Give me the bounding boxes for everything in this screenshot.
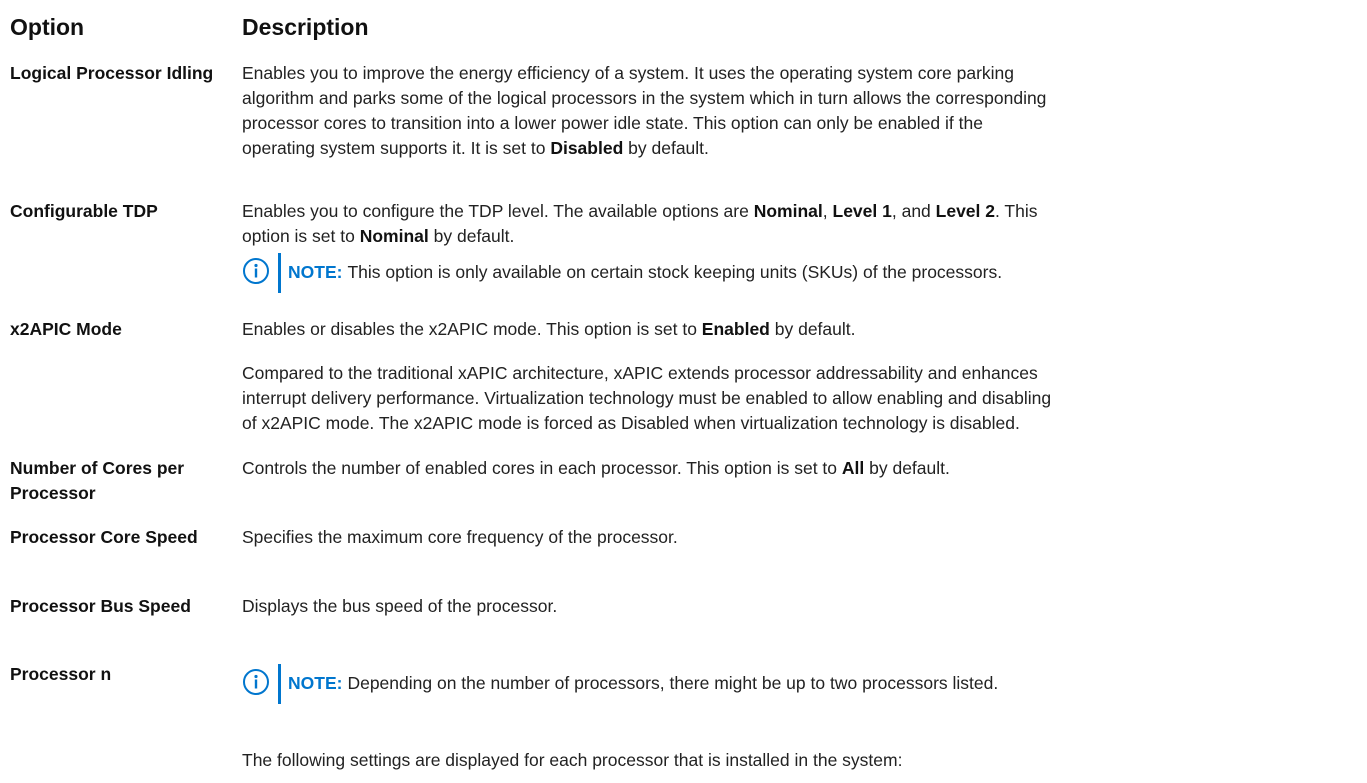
description-line: Controls the number of enabled cores in … <box>242 458 950 478</box>
description-line: Enables you to configure the TDP level. … <box>242 201 1038 221</box>
info-circle-icon <box>243 669 269 695</box>
info-circle-icon <box>243 258 269 284</box>
document-page: Option Description Logical Processor Idl… <box>0 0 1367 783</box>
option-processor-core-speed: Processor Core Speed <box>10 527 198 547</box>
description-configurable-tdp: Enables you to configure the TDP level. … <box>242 199 1357 249</box>
description-line: processor cores to transition into a low… <box>242 113 983 133</box>
option-number-of-cores: Number of Cores per Processor <box>10 458 185 503</box>
column-header-description: Description <box>242 14 369 40</box>
note-divider <box>278 664 281 704</box>
column-header-option: Option <box>10 14 85 40</box>
description-x2apic-mode: Enables or disables the x2APIC mode. Thi… <box>242 317 1357 436</box>
note-text: NOTE: Depending on the number of processo… <box>288 673 999 693</box>
description-processor-bus-speed: Displays the bus speed of the processor. <box>242 596 558 616</box>
description-processor-core-speed: Specifies the maximum core frequency of … <box>242 527 678 547</box>
option-logical-processor-idling: Logical Processor Idling <box>10 63 214 83</box>
note-callout: NOTE: Depending on the number of processo… <box>242 664 1357 704</box>
default-value: Disabled <box>550 138 624 158</box>
description-line: of x2APIC mode. The x2APIC mode is force… <box>242 413 1020 433</box>
option-configurable-tdp: Configurable TDP <box>10 201 158 221</box>
description-line: option is set to Nominal by default. <box>242 226 515 246</box>
description-line: Compared to the traditional xAPIC archit… <box>242 363 1038 383</box>
description-line: algorithm and parks some of the logical … <box>242 88 1047 108</box>
note-callout: NOTE: This option is only available on ce… <box>242 253 1357 293</box>
description-logical-processor-idling: Enables you to improve the energy effici… <box>242 61 1357 161</box>
description-number-of-cores: Controls the number of enabled cores in … <box>242 456 1357 481</box>
option-processor-n: Processor n <box>10 664 112 684</box>
description-line: interrupt delivery performance. Virtuali… <box>242 388 1052 408</box>
note-divider <box>278 253 281 293</box>
description-processor-n: The following settings are displayed for… <box>242 750 903 770</box>
note-text: NOTE: This option is only available on ce… <box>288 262 1003 282</box>
description-line: Enables or disables the x2APIC mode. Thi… <box>242 319 856 339</box>
option-processor-bus-speed: Processor Bus Speed <box>10 596 191 616</box>
description-line: Enables you to improve the energy effici… <box>242 63 1015 83</box>
option-x2apic-mode: x2APIC Mode <box>10 319 122 339</box>
description-line: operating system supports it. It is set … <box>242 138 709 158</box>
